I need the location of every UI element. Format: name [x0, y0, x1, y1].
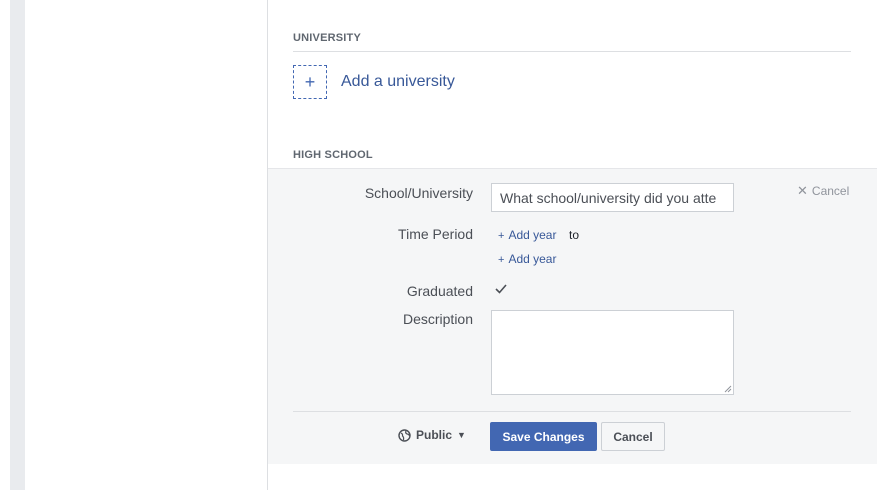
add-end-year-link[interactable]: + Add year: [498, 252, 556, 266]
graduated-label: Graduated: [406, 283, 473, 299]
add-start-year-link[interactable]: + Add year: [498, 228, 556, 242]
caret-down-icon: ▼: [457, 430, 466, 440]
plus-icon: +: [498, 230, 505, 242]
add-university-label: Add a university: [341, 73, 455, 90]
cancel-button[interactable]: Cancel: [601, 422, 665, 451]
resize-grip-icon[interactable]: [724, 385, 732, 393]
globe-icon: [398, 428, 411, 442]
add-end-year-label: Add year: [508, 252, 557, 266]
save-changes-button[interactable]: Save Changes: [490, 422, 597, 451]
left-gutter: [10, 0, 25, 490]
university-divider: [293, 51, 851, 52]
time-period-label: Time Period: [398, 226, 473, 242]
privacy-label: Public: [416, 428, 453, 442]
add-start-year-label: Add year: [508, 228, 557, 242]
plus-icon: +: [293, 65, 327, 99]
left-column: [25, 0, 268, 490]
close-icon: ✕: [797, 183, 808, 198]
high-school-form: School/University ✕ Cancel Time Period +…: [268, 168, 877, 464]
plus-icon: +: [498, 254, 505, 266]
cancel-link[interactable]: ✕ Cancel: [797, 183, 849, 199]
to-text: to: [569, 228, 580, 242]
description-label: Description: [402, 311, 473, 327]
privacy-selector[interactable]: Public ▼: [398, 428, 466, 442]
school-label: School/University: [364, 185, 473, 201]
cancel-link-label: Cancel: [811, 184, 850, 198]
university-heading: UNIVERSITY: [293, 32, 362, 44]
check-icon: [495, 284, 507, 294]
add-university-button[interactable]: + Add a university: [293, 65, 455, 99]
high-school-heading: HIGH SCHOOL: [293, 149, 373, 161]
description-textarea[interactable]: [491, 310, 734, 395]
education-panel: UNIVERSITY + Add a university HIGH SCHOO…: [268, 0, 877, 490]
graduated-checkbox[interactable]: [494, 282, 508, 296]
school-input[interactable]: [491, 183, 734, 212]
footer-divider: [293, 411, 851, 412]
